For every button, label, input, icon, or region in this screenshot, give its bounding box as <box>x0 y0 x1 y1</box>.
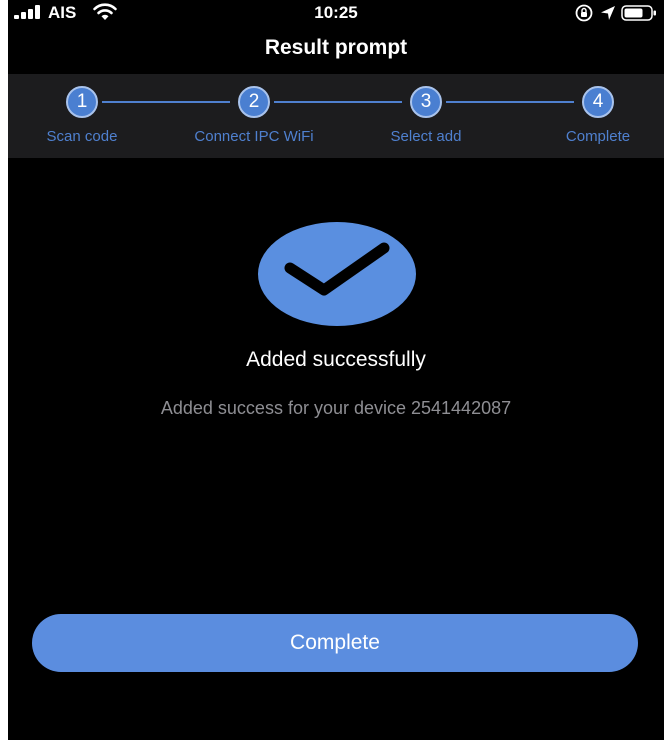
success-badge <box>258 222 416 326</box>
checkmark-icon <box>284 242 390 296</box>
lock-rotation-icon <box>575 4 593 22</box>
step-1-indicator: 1 <box>66 86 98 118</box>
step-3-indicator: 3 <box>410 86 442 118</box>
step-2-label: Connect IPC WiFi <box>194 128 314 145</box>
location-icon <box>601 6 615 20</box>
progress-stepper: 1 2 3 4 Scan code Connect IPC WiFi Selec… <box>8 74 664 158</box>
battery-icon <box>621 5 656 21</box>
step-connector <box>446 101 574 103</box>
step-4-indicator: 4 <box>582 86 614 118</box>
step-4-label: Complete <box>565 128 631 145</box>
result-message: Added success for your device 2541442087 <box>160 398 512 418</box>
step-1-label: Scan code <box>46 128 118 145</box>
status-time: 10:25 <box>314 3 358 22</box>
phone-screen: AIS 10:25 Result prompt 1 2 3 4 Scan cod… <box>8 0 664 740</box>
complete-button[interactable]: Complete <box>32 614 638 672</box>
status-bar: AIS 10:25 <box>8 0 664 30</box>
step-2-indicator: 2 <box>238 86 270 118</box>
step-connector <box>102 101 230 103</box>
step-connector <box>274 101 402 103</box>
step-3-label: Select add <box>390 128 462 145</box>
result-title: Added successfully <box>246 348 426 371</box>
page-title: Result prompt <box>264 36 408 59</box>
